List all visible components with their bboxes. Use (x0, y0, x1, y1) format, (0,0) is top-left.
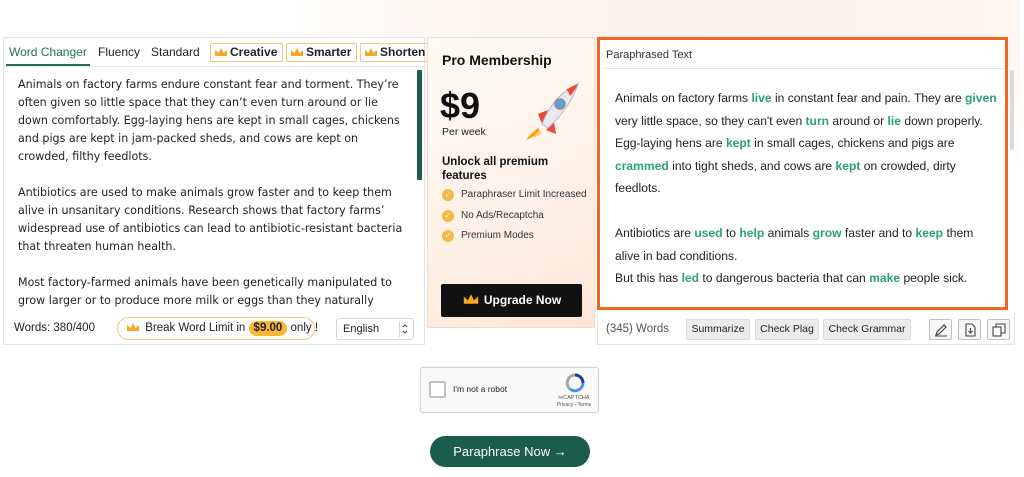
output-scrollbar[interactable] (1010, 70, 1014, 150)
feature-item: ✓ Premium Modes (442, 230, 592, 243)
captcha-label: I'm not a robot (453, 384, 508, 394)
recaptcha-widget: I'm not a robot reCAPTCHA Privacy - Term… (420, 367, 599, 413)
output-header: Paraphrased Text (606, 49, 693, 61)
output-textarea[interactable]: Animals on factory farms live in constan… (603, 70, 1003, 308)
promo-period: Per week (442, 126, 486, 138)
tab-creative[interactable]: Creative (210, 43, 284, 62)
upgrade-now-button[interactable]: Upgrade Now (441, 284, 582, 317)
input-text: Animals on factory farms endure constant… (18, 76, 406, 310)
feature-label: No Ads/Recaptcha (461, 209, 544, 221)
feature-item: ✓ Paraphraser Limit Increased (442, 189, 592, 202)
mode-tabs: Word Changer Fluency Standard Creative S… (4, 38, 432, 67)
input-paragraph: Animals on factory farms endure constant… (18, 78, 400, 163)
input-paragraph: Antibiotics are used to make animals gro… (18, 186, 403, 253)
captcha-checkbox[interactable] (429, 381, 446, 398)
tab-smarter-label: Smarter (306, 45, 352, 59)
rocket-icon (526, 83, 579, 140)
highlight-button[interactable] (929, 319, 952, 340)
active-tab-underline (6, 64, 90, 66)
input-footer: Words: 380/400 Break Word Limit in $9.00… (4, 314, 424, 344)
input-textarea[interactable]: Animals on factory farms endure constant… (4, 70, 424, 310)
output-panel: Paraphrased Text Animals on factory farm… (597, 37, 1015, 345)
output-paragraph: Antibiotics are used to help animals gro… (615, 226, 974, 285)
output-highlight-box: Paraphrased Text Animals on factory farm… (597, 37, 1008, 310)
select-arrows-icon (399, 321, 409, 337)
check-icon: ✓ (442, 209, 454, 222)
check-icon: ✓ (442, 230, 454, 242)
tab-creative-label: Creative (230, 45, 278, 59)
price-badge: $9.00 (248, 321, 288, 336)
break-limit-suffix: only ! (290, 322, 319, 334)
feature-label: Paraphraser Limit Increased (461, 189, 587, 200)
break-word-limit-button[interactable]: Break Word Limit in $9.00 only ! (117, 317, 318, 340)
tab-word-changer[interactable]: Word Changer (9, 44, 87, 62)
promo-price: $9 (440, 85, 481, 126)
input-scrollbar[interactable] (417, 70, 422, 180)
copy-icon (992, 323, 1006, 337)
crown-icon (291, 48, 303, 56)
paraphrase-now-button[interactable]: Paraphrase Now → (430, 436, 590, 467)
check-plag-button[interactable]: Check Plag (755, 319, 819, 340)
summarize-button[interactable]: Summarize (686, 319, 750, 340)
recaptcha-logo-icon (565, 373, 585, 393)
break-limit-text: Break Word Limit in (145, 322, 246, 334)
check-grammar-button[interactable]: Check Grammar (823, 319, 911, 340)
feature-list: ✓ Paraphraser Limit Increased ✓ No Ads/Rec… (442, 189, 592, 251)
crown-icon (215, 48, 227, 56)
input-panel: Word Changer Fluency Standard Creative S… (3, 37, 432, 345)
tab-shorten-label: Shorten (380, 45, 426, 59)
promo-title: Pro Membership (442, 52, 552, 68)
output-paragraph: Animals on factory farms live in constan… (615, 91, 997, 195)
promo-unlock-text: Unlock all premium features (442, 156, 549, 182)
check-icon: ✓ (442, 189, 454, 201)
recaptcha-brand: reCAPTCHA (558, 395, 590, 401)
download-file-icon (965, 323, 976, 337)
pen-icon (935, 324, 947, 337)
crown-icon (463, 294, 479, 304)
tab-shorten[interactable]: Shorten (360, 43, 432, 62)
upgrade-label: Upgrade Now (483, 293, 562, 307)
language-select[interactable]: English (336, 318, 414, 340)
tab-fluency[interactable]: Fluency (98, 44, 140, 62)
input-word-count: Words: 380/400 (14, 322, 95, 334)
input-paragraph: Most factory-farmed animals have been ge… (18, 276, 392, 307)
crown-icon (127, 323, 139, 331)
pro-membership-card: Pro Membership $9 Per week Unlock all pr… (427, 37, 595, 328)
feature-label: Premium Modes (461, 230, 534, 241)
crown-icon (365, 48, 377, 56)
recaptcha-terms[interactable]: Privacy - Terms (549, 402, 599, 408)
language-value: English (343, 323, 380, 335)
output-word-count: (345) Words (606, 323, 670, 335)
output-text: Animals on factory farms live in constan… (615, 87, 997, 308)
output-footer: (345) Words Summarize Check Plag Check G… (597, 313, 1015, 345)
tab-standard[interactable]: Standard (151, 44, 200, 62)
divider (603, 68, 1005, 69)
copy-button[interactable] (987, 319, 1010, 340)
tab-smarter[interactable]: Smarter (286, 43, 358, 62)
download-button[interactable] (958, 319, 981, 340)
feature-item: ✓ No Ads/Recaptcha (442, 209, 592, 223)
